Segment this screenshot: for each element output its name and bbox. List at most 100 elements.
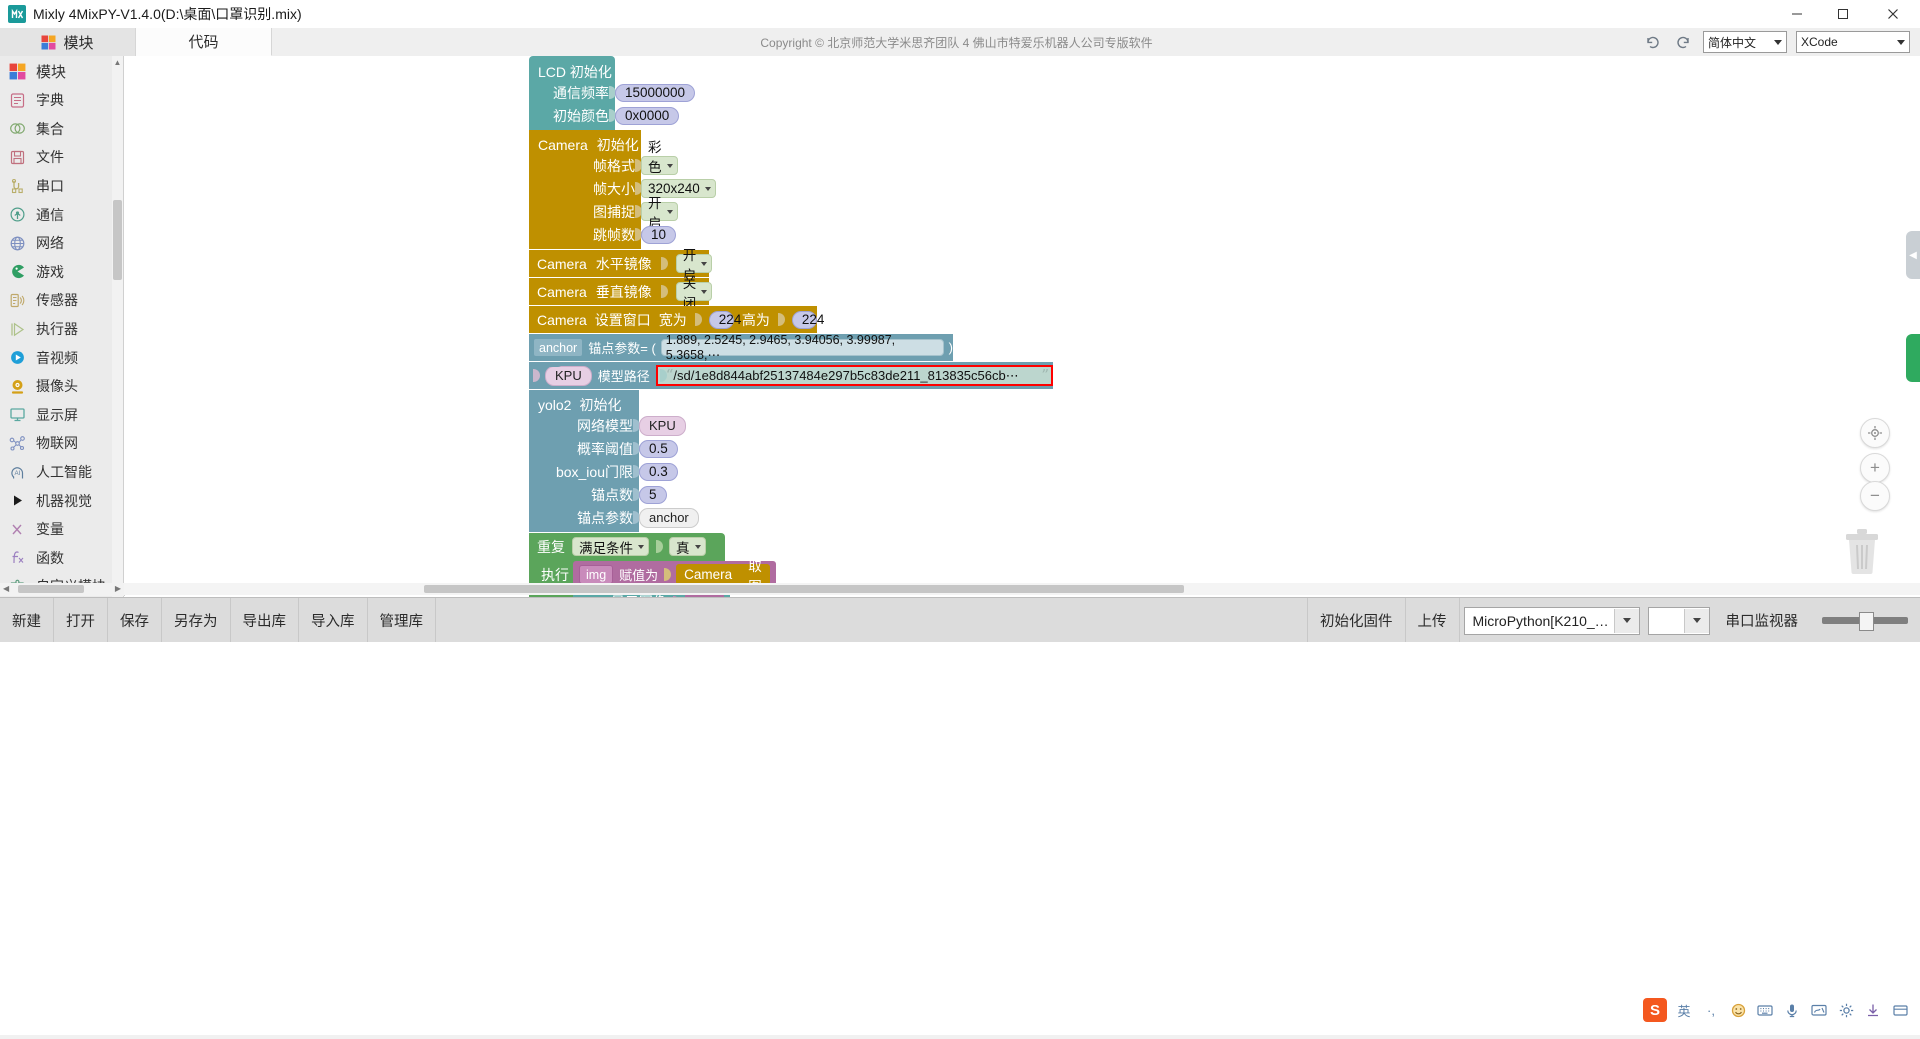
model-path-highlight[interactable]: “ /sd/1e8d844abf25137484e297b5c83de211_8… [655, 365, 1053, 386]
ime-emoji-icon[interactable] [1728, 1000, 1748, 1020]
tab-code[interactable]: 代码 [136, 28, 272, 56]
field-value-network-model[interactable]: KPU [639, 415, 686, 436]
field-value-initcolor[interactable]: 0x0000 [615, 106, 680, 125]
category-sidebar[interactable]: 模块 字典 集合 文件 串口 通信 网络 游戏 传感器 执行器 音视频 摄像头 … [0, 56, 113, 597]
zoom-in-button[interactable]: + [1860, 453, 1890, 483]
block-stack[interactable]: LCD 初始化 通信频率 15000000 初始颜色 0x0000 Camera [529, 56, 1053, 597]
chevron-down-icon[interactable] [1613, 608, 1639, 633]
tab-modules[interactable]: 模块 [0, 28, 136, 56]
sidebar-item-game[interactable]: 游戏 [0, 258, 112, 287]
import-lib-button[interactable]: 导入库 [299, 598, 368, 643]
redo-icon[interactable] [1672, 31, 1694, 53]
undo-icon[interactable] [1641, 31, 1663, 53]
port-select[interactable] [1647, 606, 1710, 635]
chevron-down-icon[interactable] [1683, 608, 1709, 633]
field-value-vflip[interactable]: 关闭 [675, 276, 713, 311]
blockly-workspace[interactable]: LCD 初始化 通信频率 15000000 初始颜色 0x0000 Camera [124, 56, 1920, 597]
new-button[interactable]: 新建 [0, 598, 54, 643]
sidebar-item-dictionary[interactable]: 字典 [0, 86, 112, 115]
zoom-in-button-wrap[interactable]: + [1860, 453, 1890, 483]
field-value-anchor-params[interactable]: anchor [639, 507, 699, 528]
sidebar-item-variable[interactable]: 变量 [0, 515, 112, 544]
ime-handwriting-icon[interactable] [1809, 1000, 1829, 1020]
sidebar-item-sensor[interactable]: 传感器 [0, 286, 112, 315]
board-select[interactable]: MicroPython[K210_… [1463, 606, 1640, 635]
save-as-button[interactable]: 另存为 [162, 598, 231, 643]
sidebar-hscroll-thumb[interactable] [18, 585, 84, 593]
block-kpu-model-path[interactable]: KPU 模型路径 “ /sd/1e8d844abf25137484e297b5c… [529, 362, 1053, 389]
sidebar-item-network[interactable]: 网络 [0, 229, 112, 258]
variable-chip-anchor[interactable]: anchor [533, 338, 584, 357]
field-value-anchor-count[interactable]: 5 [639, 485, 667, 504]
field-value-hmirror[interactable]: 开启 [675, 248, 713, 283]
block-camera-init[interactable]: Camera 初始化 帧格式 彩色图 帧大小 320x240 图捕捉 开启 [529, 130, 716, 249]
save-button[interactable]: 保存 [108, 598, 162, 643]
ime-language-icon[interactable]: 英 [1674, 1000, 1694, 1020]
sidebar-scrollbar-thumb[interactable] [113, 200, 122, 280]
block-anchor[interactable]: anchor 锚点参数= ( 1.889, 2.5245, 2.9465, 3.… [529, 333, 953, 362]
block-yolo2-init[interactable]: yolo2 初始化 网络模型 KPU 概率阈值 0.5 box_iou门限 0.… [529, 390, 699, 532]
variable-chip-img[interactable]: img [579, 565, 614, 584]
field-value-probability[interactable]: 0.5 [639, 439, 678, 458]
export-lib-button[interactable]: 导出库 [231, 598, 299, 643]
workspace-horizontal-scrollbar[interactable] [124, 583, 1920, 595]
scroll-up-arrow[interactable]: ▲ [112, 56, 123, 69]
sidebar-item-media[interactable]: 音视频 [0, 343, 112, 372]
language-select[interactable]: 简体中文 [1703, 31, 1787, 53]
ime-panel-icon[interactable] [1890, 1000, 1910, 1020]
block-camera-vflip[interactable]: Camera 垂直镜像 关闭 [529, 276, 713, 311]
field-value-height[interactable]: 224 [791, 310, 824, 329]
scroll-right-arrow[interactable]: ▶ [115, 584, 121, 593]
variable-chip-kpu[interactable]: KPU [545, 365, 592, 386]
block-camera-get-image[interactable]: Camera 获取图像 [676, 539, 770, 594]
scroll-left-arrow[interactable]: ◀ [3, 584, 9, 593]
sidebar-item-file[interactable]: 文件 [0, 143, 112, 172]
sidebar-item-display[interactable]: 显示屏 [0, 401, 112, 430]
trash-icon[interactable] [1840, 524, 1884, 576]
field-value-box-iou[interactable]: 0.3 [639, 462, 678, 481]
font-size-slider[interactable] [1822, 612, 1908, 631]
manage-lib-button[interactable]: 管理库 [368, 598, 436, 643]
ime-punctuation-icon[interactable]: ·, [1701, 1000, 1721, 1020]
sidebar-item-set[interactable]: 集合 [0, 115, 112, 144]
serial-monitor-button[interactable]: 串口监视器 [1714, 598, 1811, 643]
field-value-anchor-list[interactable]: 1.889, 2.5245, 2.9465, 3.94056, 3.99987,… [660, 333, 944, 362]
theme-select[interactable]: XCode [1796, 31, 1910, 53]
ime-keyboard-icon[interactable] [1755, 1000, 1775, 1020]
sidebar-item-serial[interactable]: 串口 [0, 172, 112, 201]
maximize-button[interactable] [1820, 0, 1866, 28]
ime-voice-icon[interactable] [1782, 1000, 1802, 1020]
minimize-button[interactable] [1774, 0, 1820, 28]
zoom-out-button-wrap[interactable]: − [1860, 481, 1890, 511]
right-panel-toggle-bottom[interactable] [1906, 334, 1920, 382]
field-value-frameformat[interactable]: 彩色图 [641, 140, 678, 195]
sidebar-item-function[interactable]: 函数 [0, 544, 112, 573]
ime-download-icon[interactable] [1863, 1000, 1883, 1020]
zoom-controls[interactable] [1860, 418, 1890, 448]
ime-toolbar[interactable]: S 英 ·, [1643, 997, 1910, 1023]
field-value-width[interactable]: 224 [708, 310, 741, 329]
field-value-model-path[interactable]: /sd/1e8d844abf25137484e297b5c83de211_813… [673, 368, 1041, 384]
field-value-frequency[interactable]: 15000000 [615, 83, 696, 102]
sidebar-scrollbar[interactable]: ▲ ▼ [112, 56, 124, 597]
sidebar-item-ai[interactable]: AI 人工智能 [0, 458, 112, 487]
field-value-skipframes[interactable]: 10 [641, 225, 677, 244]
code-output-pane[interactable] [0, 642, 1920, 1039]
right-panel-toggle-top[interactable]: ◀ [1906, 231, 1920, 279]
field-value-condition-type[interactable]: 满足条件 [572, 537, 649, 556]
ime-settings-icon[interactable] [1836, 1000, 1856, 1020]
upload-button[interactable]: 上传 [1406, 598, 1460, 643]
slider-knob[interactable] [1859, 612, 1874, 631]
zoom-out-button[interactable]: − [1860, 481, 1890, 511]
field-value-capture[interactable]: 开启 [641, 196, 678, 231]
center-blocks-icon[interactable] [1860, 418, 1890, 448]
sidebar-item-iot[interactable]: 物联网 [0, 429, 112, 458]
block-lcd-init[interactable]: LCD 初始化 通信频率 15000000 初始颜色 0x0000 [529, 56, 696, 130]
field-value-condition[interactable]: 真 [669, 537, 706, 556]
sidebar-item-actuator[interactable]: 执行器 [0, 315, 112, 344]
sidebar-horizontal-scrollbar[interactable]: ◀ ▶ [0, 583, 125, 596]
open-button[interactable]: 打开 [54, 598, 108, 643]
close-button[interactable] [1866, 0, 1920, 28]
sidebar-item-machine-vision[interactable]: 机器视觉 [0, 486, 112, 515]
block-camera-window[interactable]: Camera 设置窗口 宽为 224 高为 224 [529, 306, 824, 333]
